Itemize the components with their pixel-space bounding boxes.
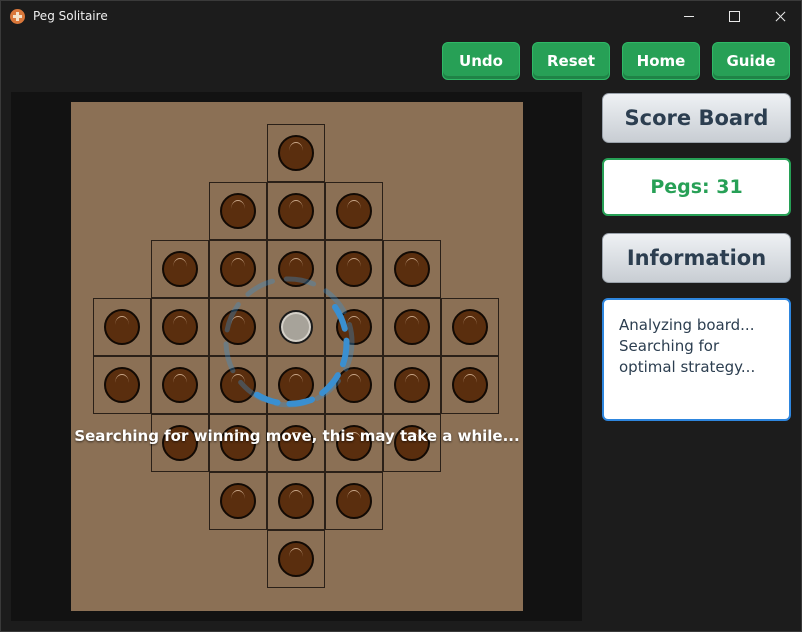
- peg[interactable]: [220, 193, 256, 229]
- board-cell[interactable]: [209, 356, 267, 414]
- board-cell[interactable]: [267, 530, 325, 588]
- status-message: Searching for winning move, this may tak…: [74, 427, 520, 445]
- peg[interactable]: [162, 251, 198, 287]
- peg[interactable]: [278, 251, 314, 287]
- peg[interactable]: [278, 541, 314, 577]
- board-cell[interactable]: [383, 298, 441, 356]
- peg[interactable]: [220, 483, 256, 519]
- board-cell[interactable]: [325, 472, 383, 530]
- title-bar: Peg Solitaire: [1, 1, 801, 32]
- board-cell[interactable]: [325, 182, 383, 240]
- app-logo-icon: [10, 9, 25, 24]
- board-cell[interactable]: [93, 298, 151, 356]
- peg[interactable]: [220, 367, 256, 403]
- close-icon[interactable]: [757, 1, 802, 32]
- board-cell[interactable]: [325, 356, 383, 414]
- board-cell[interactable]: [267, 472, 325, 530]
- game-board: [71, 102, 523, 611]
- peg[interactable]: [336, 483, 372, 519]
- peg[interactable]: [278, 135, 314, 171]
- board-cell[interactable]: [267, 182, 325, 240]
- board-cell[interactable]: [325, 240, 383, 298]
- board-cell[interactable]: [209, 472, 267, 530]
- board-cell[interactable]: [383, 356, 441, 414]
- peg[interactable]: [336, 309, 372, 345]
- information-panel: Analyzing board... Searching for optimal…: [602, 298, 791, 421]
- board-cell[interactable]: [441, 356, 499, 414]
- board-cell[interactable]: [209, 298, 267, 356]
- reset-button[interactable]: Reset: [532, 42, 610, 80]
- peg[interactable]: [162, 309, 198, 345]
- peg[interactable]: [278, 483, 314, 519]
- score-board-button[interactable]: Score Board: [602, 93, 791, 143]
- board-cell[interactable]: [267, 240, 325, 298]
- peg[interactable]: [394, 309, 430, 345]
- guide-button[interactable]: Guide: [712, 42, 790, 80]
- board-cell[interactable]: [325, 298, 383, 356]
- peg[interactable]: [452, 309, 488, 345]
- board-cell[interactable]: [151, 298, 209, 356]
- board-cell[interactable]: [151, 356, 209, 414]
- board-cell[interactable]: [267, 298, 325, 356]
- peg[interactable]: [278, 193, 314, 229]
- board-cell[interactable]: [93, 356, 151, 414]
- board-cell[interactable]: [151, 240, 209, 298]
- pegs-count: Pegs: 31: [602, 158, 791, 216]
- maximize-icon[interactable]: [711, 1, 757, 32]
- peg[interactable]: [452, 367, 488, 403]
- board-frame: [11, 92, 582, 621]
- peg[interactable]: [278, 367, 314, 403]
- app-window: Peg Solitaire Undo Reset Home Guide Sear…: [0, 0, 802, 632]
- board-cell[interactable]: [383, 240, 441, 298]
- peg[interactable]: [220, 251, 256, 287]
- minimize-icon[interactable]: [665, 1, 711, 32]
- peg[interactable]: [220, 309, 256, 345]
- peg[interactable]: [104, 367, 140, 403]
- peg[interactable]: [336, 367, 372, 403]
- undo-button[interactable]: Undo: [442, 42, 520, 80]
- board-cell[interactable]: [267, 124, 325, 182]
- board-cell[interactable]: [209, 182, 267, 240]
- peg[interactable]: [336, 251, 372, 287]
- board-cell[interactable]: [441, 298, 499, 356]
- empty-hole[interactable]: [279, 310, 313, 344]
- information-button[interactable]: Information: [602, 233, 791, 283]
- board-cell[interactable]: [267, 356, 325, 414]
- peg[interactable]: [336, 193, 372, 229]
- peg[interactable]: [394, 367, 430, 403]
- home-button[interactable]: Home: [622, 42, 700, 80]
- board-cell[interactable]: [209, 240, 267, 298]
- peg[interactable]: [394, 251, 430, 287]
- window-title: Peg Solitaire: [33, 9, 108, 23]
- peg[interactable]: [162, 367, 198, 403]
- peg[interactable]: [104, 309, 140, 345]
